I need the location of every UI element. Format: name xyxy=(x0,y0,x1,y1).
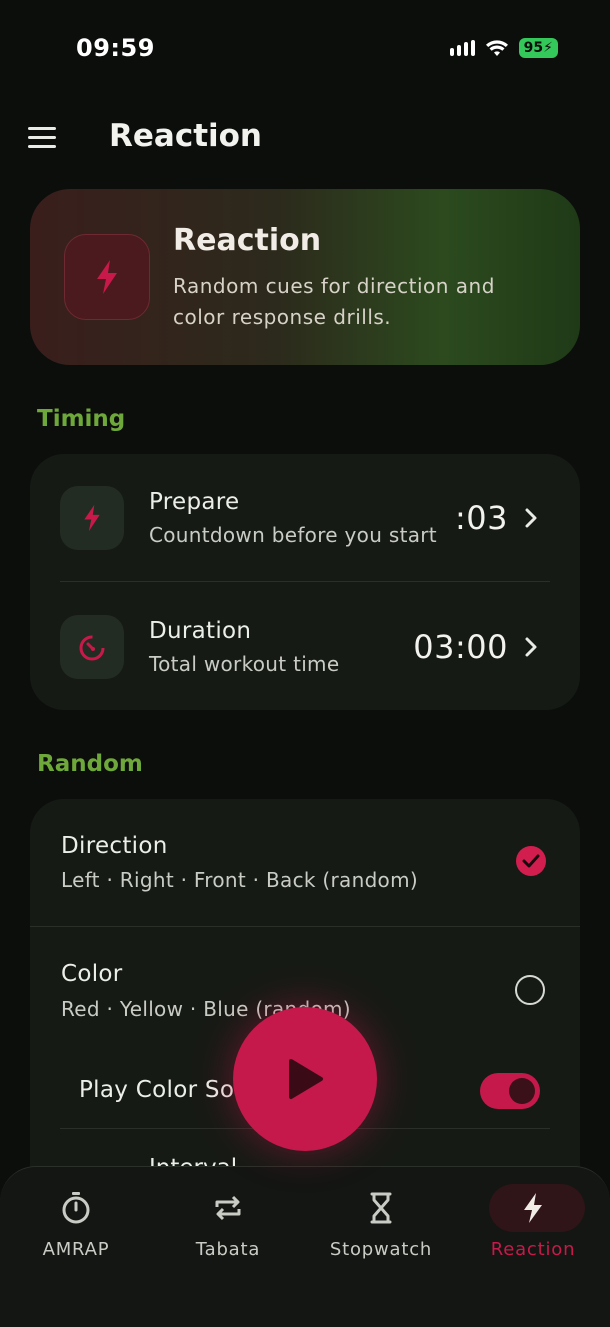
battery-indicator: 95⚡ xyxy=(518,38,558,58)
prepare-title: Prepare xyxy=(149,489,240,515)
hero-description: Random cues for direction and color resp… xyxy=(173,274,495,329)
hero-title: Reaction xyxy=(173,223,322,258)
prepare-subtitle: Countdown before you start xyxy=(149,523,437,547)
timer-icon xyxy=(79,635,105,661)
hero-card: Reaction Random cues for direction and c… xyxy=(30,189,580,365)
hourglass-icon xyxy=(370,1192,392,1224)
direction-title: Direction xyxy=(61,833,168,859)
section-label-random: Random xyxy=(37,751,143,777)
hamburger-menu-icon[interactable] xyxy=(28,125,58,149)
page-title: Reaction xyxy=(109,118,263,154)
lightning-bolt-icon xyxy=(84,504,100,532)
status-time: 09:59 xyxy=(76,34,155,62)
timing-card: Prepare Countdown before you start :03 D… xyxy=(30,454,580,710)
duration-icon-container xyxy=(60,615,124,679)
checkmark-icon xyxy=(522,854,540,868)
direction-option[interactable]: Direction Left · Right · Front · Back (r… xyxy=(30,799,580,926)
nav-item-reaction[interactable]: Reaction xyxy=(457,1167,609,1277)
duration-value: 03:00 xyxy=(413,628,508,666)
play-icon xyxy=(289,1059,323,1099)
toggle-knob xyxy=(509,1078,535,1104)
nav-label-reaction: Reaction xyxy=(490,1239,576,1260)
cellular-signal-icon xyxy=(449,40,475,56)
chevron-right-icon xyxy=(525,508,537,528)
duration-subtitle: Total workout time xyxy=(149,652,340,676)
prepare-icon-container xyxy=(60,486,124,550)
lightning-bolt-icon xyxy=(524,1193,542,1223)
nav-item-stopwatch[interactable]: Stopwatch xyxy=(305,1167,457,1277)
direction-checkbox[interactable] xyxy=(516,846,546,876)
duration-title: Duration xyxy=(149,618,252,644)
wifi-icon xyxy=(485,40,508,56)
chevron-right-icon xyxy=(525,637,537,657)
nav-label-amrap: AMRAP xyxy=(42,1239,110,1260)
nav-item-tabata[interactable]: Tabata xyxy=(152,1167,304,1277)
nav-item-amrap[interactable]: AMRAP xyxy=(0,1167,152,1277)
hero-icon-container xyxy=(64,234,150,320)
section-label-timing: Timing xyxy=(37,406,126,432)
color-radio[interactable] xyxy=(515,975,545,1005)
repeat-icon xyxy=(215,1195,241,1221)
status-icons: 95⚡ xyxy=(449,38,558,58)
lightning-bolt-icon xyxy=(97,260,117,294)
prepare-value: :03 xyxy=(455,499,508,537)
direction-subtitle: Left · Right · Front · Back (random) xyxy=(61,868,418,892)
nav-label-tabata: Tabata xyxy=(195,1239,261,1260)
prepare-row[interactable]: Prepare Countdown before you start :03 xyxy=(30,454,580,581)
color-title: Color xyxy=(61,961,123,987)
play-button[interactable] xyxy=(233,1007,377,1151)
nav-label-stopwatch: Stopwatch xyxy=(329,1239,433,1260)
stopwatch-icon xyxy=(62,1192,90,1224)
play-color-sound-toggle[interactable] xyxy=(480,1073,540,1109)
duration-row[interactable]: Duration Total workout time 03:00 xyxy=(30,582,580,710)
reaction-screen: 09:59 95⚡ Reaction Reaction Random cues … xyxy=(0,0,610,1327)
bottom-navigation: AMRAP Tabata Stopwatch Reaction xyxy=(0,1166,610,1327)
